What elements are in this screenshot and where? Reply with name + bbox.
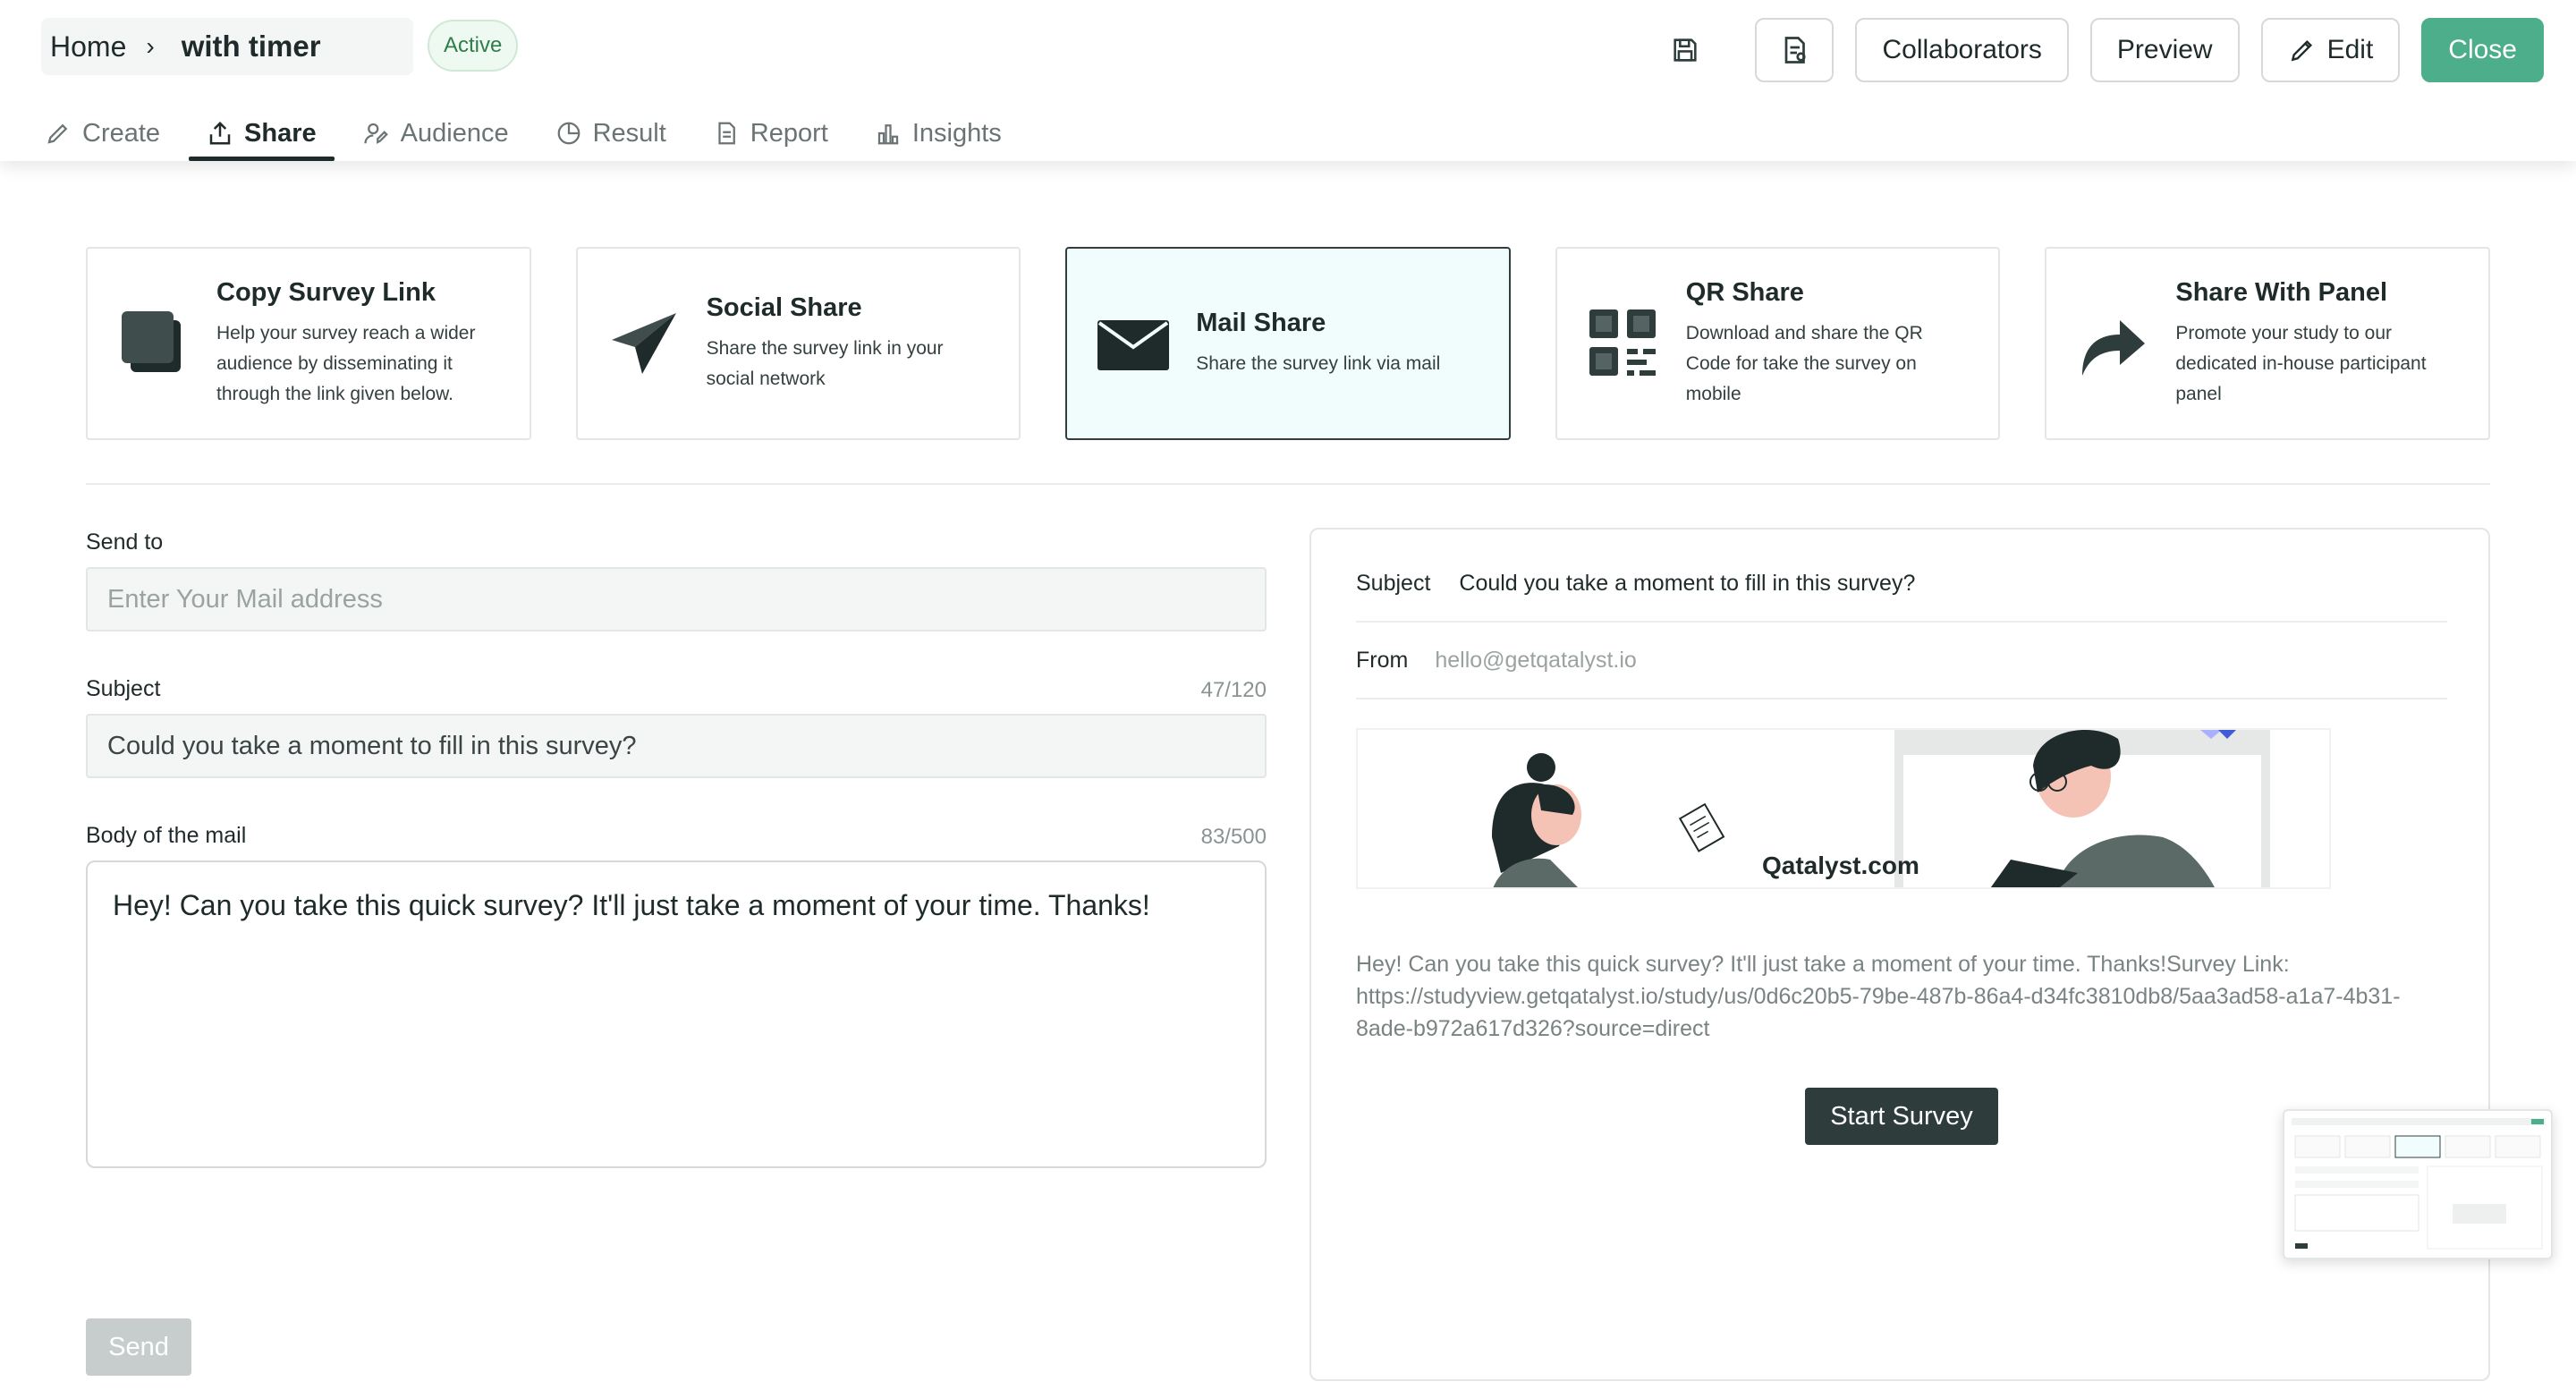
share-card-copy-link[interactable]: Copy Survey Link Help your survey reach …: [86, 247, 531, 440]
document-settings-icon: [1785, 37, 1807, 64]
share-card-panel[interactable]: Share With Panel Promote your study to o…: [2045, 247, 2490, 440]
share-card-qr[interactable]: QR Share Download and share the QR Code …: [1555, 247, 2001, 440]
subject-label: Subject: [86, 676, 161, 701]
share-options: Copy Survey Link Help your survey reach …: [86, 247, 2490, 440]
send-button[interactable]: Send: [86, 1318, 191, 1376]
subject-char-counter: 47/120: [1200, 678, 1267, 702]
breadcrumb: Home › with timer: [41, 18, 413, 75]
share-card-mail[interactable]: Mail Share Share the survey link via mai…: [1065, 247, 1511, 440]
qr-code-icon: [1588, 308, 1659, 379]
body-label: Body of the mail: [86, 823, 247, 848]
tab-bar: Create Share Audience Result Report Insi…: [41, 106, 1005, 161]
card-description: Help your survey reach a wider audience …: [216, 322, 476, 404]
header-actions: Collaborators Preview Edit Close: [1662, 18, 2544, 82]
card-description: Promote your study to our dedicated in-h…: [2175, 322, 2427, 404]
breadcrumb-home-link[interactable]: Home: [50, 30, 126, 64]
survey-title[interactable]: with timer: [182, 30, 321, 64]
send-to-label: Send to: [86, 530, 164, 555]
share-icon: [209, 121, 231, 145]
mail-body-textarea[interactable]: Hey! Can you take this quick survey? It'…: [86, 860, 1267, 1168]
brand-name: Qatalyst.com: [1762, 852, 1919, 879]
card-title: Social Share: [706, 292, 862, 322]
card-title: QR Share: [1685, 277, 1804, 307]
tab-label: Audience: [400, 118, 509, 148]
tab-share[interactable]: Share: [189, 106, 335, 161]
tab-report[interactable]: Report: [709, 106, 832, 161]
subject-input[interactable]: Could you take a moment to fill in this …: [86, 714, 1267, 778]
body-char-counter: 83/500: [1200, 825, 1267, 849]
card-description: Share the survey link via mail: [1196, 352, 1441, 374]
preview-subject-row: Subject Could you take a moment to fill …: [1356, 546, 2447, 623]
card-description: Download and share the QR Code for take …: [1685, 322, 1923, 404]
minimap-image: [2292, 1118, 2546, 1250]
preview-subject-value: Could you take a moment to fill in this …: [1459, 570, 1916, 596]
close-button[interactable]: Close: [2421, 18, 2544, 82]
share-card-social[interactable]: Social Share Share the survey link in yo…: [575, 247, 1021, 440]
card-title: Share With Panel: [2175, 277, 2388, 307]
tab-create[interactable]: Create: [41, 106, 164, 161]
card-title: Copy Survey Link: [216, 277, 436, 307]
chevron-right-icon: ›: [146, 32, 155, 60]
pencil-icon: [47, 123, 68, 144]
tab-result[interactable]: Result: [552, 106, 670, 161]
preview-from-row: From hello@getqatalyst.io: [1356, 623, 2447, 699]
tab-label: Report: [750, 118, 828, 148]
pencil-icon: [2291, 39, 2312, 62]
edit-label: Edit: [2326, 35, 2374, 64]
tab-label: Result: [592, 118, 666, 148]
save-icon[interactable]: [1662, 27, 1708, 73]
tab-label: Create: [82, 118, 161, 148]
preview-body-text: Hey! Can you take this quick survey? It'…: [1356, 952, 2401, 1041]
tab-insights[interactable]: Insights: [871, 106, 1005, 161]
document-icon: [718, 122, 735, 145]
audience-icon: [364, 123, 388, 144]
card-title: Mail Share: [1196, 308, 1326, 337]
tab-label: Share: [244, 118, 317, 148]
survey-settings-button[interactable]: [1755, 18, 1835, 82]
forward-arrow-icon: [2077, 308, 2148, 379]
send-to-input[interactable]: Enter Your Mail address: [86, 567, 1267, 631]
bar-chart-icon: [877, 124, 899, 145]
collaborators-button[interactable]: Collaborators: [1855, 18, 2069, 82]
paper-plane-icon: [608, 308, 680, 379]
preview-subject-key: Subject: [1356, 570, 1431, 596]
pie-chart-icon: [557, 122, 580, 145]
start-survey-button[interactable]: Start Survey: [1805, 1088, 1998, 1145]
top-bar: Home › with timer Active Collaborators P…: [0, 0, 2576, 161]
mail-banner-image: Qatalyst.com: [1356, 728, 2331, 889]
edit-button[interactable]: Edit: [2260, 18, 2401, 82]
preview-button[interactable]: Preview: [2089, 18, 2240, 82]
tab-audience[interactable]: Audience: [360, 106, 513, 161]
tab-label: Insights: [911, 118, 1002, 148]
copy-icon: [118, 308, 190, 379]
preview-from-key: From: [1356, 647, 1409, 673]
preview-from-value: hello@getqatalyst.io: [1435, 647, 1637, 673]
section-divider: [86, 483, 2490, 485]
status-badge: Active: [428, 20, 519, 72]
card-description: Share the survey link in your social net…: [706, 337, 944, 389]
envelope-icon: [1097, 308, 1170, 379]
page-thumbnail[interactable]: [2283, 1109, 2553, 1259]
